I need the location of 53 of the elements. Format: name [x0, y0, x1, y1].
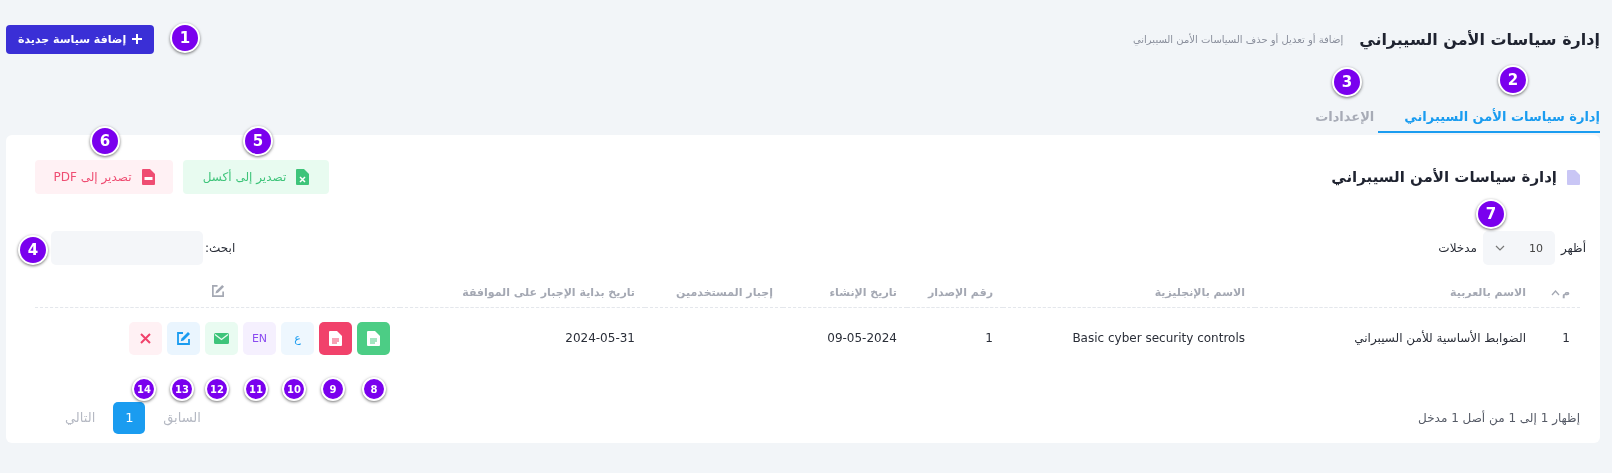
number-callout: 1 [170, 23, 200, 53]
entries-label: مدخلات [1438, 241, 1477, 255]
column-header: رقم الإصدار [927, 285, 993, 299]
table-cell: 1 [1562, 331, 1570, 345]
table-cell: 1 [985, 331, 993, 345]
close-icon [140, 333, 151, 344]
column-header: إجبار المستخدمين [676, 285, 773, 299]
search-label: ابحث: [205, 241, 236, 255]
document-button[interactable] [319, 322, 352, 355]
next-link[interactable]: التالي [61, 401, 104, 434]
page-length-select[interactable]: 10 [1482, 231, 1555, 265]
tab[interactable]: الإعدادات [1289, 101, 1375, 133]
document-icon [329, 331, 342, 346]
edit-icon [211, 283, 225, 298]
pdf-file-icon [141, 169, 155, 185]
export-pdf-button[interactable]: تصدير إلى PDF [35, 160, 173, 194]
language-button[interactable]: ع [281, 322, 314, 355]
column-header[interactable]: م [1561, 285, 1570, 299]
card-title: إدارة سياسات الأمن السيبراني [1331, 168, 1557, 186]
delete-button[interactable] [129, 322, 162, 355]
sort-caret-icon[interactable] [1550, 289, 1560, 296]
column-header: الاسم بالإنجليزية [1154, 285, 1245, 299]
table-cell: الضوابط الأساسية للأمن السيبراني [1354, 331, 1526, 345]
number-callout: 3 [1332, 67, 1362, 97]
show-label: أظهر [1560, 241, 1586, 255]
number-callout: 6 [90, 126, 120, 156]
chevron-down-icon [1494, 245, 1505, 251]
language-button[interactable]: EN [243, 322, 276, 355]
page-button[interactable]: 1 [113, 401, 146, 434]
table-cell: Basic cyber security controls [1072, 331, 1245, 345]
table-info: إظهار 1 إلى 1 من أصل 1 مدخل [1418, 410, 1580, 425]
add-policy-button[interactable]: إضافة سياسة جديدة [6, 24, 155, 54]
table-cell: 2024-05-31 [565, 331, 635, 345]
edit-icon [176, 331, 191, 346]
edit-button[interactable] [167, 322, 200, 355]
spreadsheet-file-icon [296, 169, 310, 185]
page-title: إدارة سياسات الأمن السيبراني [1359, 29, 1600, 49]
table-cell: 09-05-2024 [827, 331, 897, 345]
plus-icon [132, 34, 143, 44]
export-excel-button[interactable]: تصدير إلى أكسل [183, 160, 329, 194]
document-icon [367, 331, 380, 346]
column-header: تاريخ بداية الإجبار على الموافقة [462, 285, 635, 299]
mail-icon [214, 333, 229, 344]
number-callout: 2 [1498, 65, 1528, 95]
tab[interactable]: إدارة سياسات الأمن السيبراني [1378, 101, 1600, 133]
document-button[interactable] [357, 322, 390, 355]
document-icon [1567, 169, 1580, 185]
page-subtitle: إضافة أو تعديل أو حذف السياسات الأمن السيبراني [1132, 33, 1344, 45]
column-header: الاسم بالعربية [1450, 285, 1526, 299]
number-callout: 5 [243, 126, 273, 156]
column-header: تاريخ الإنشاء [829, 285, 897, 299]
email-button[interactable] [205, 322, 238, 355]
previous-link[interactable]: السابق [155, 401, 205, 434]
